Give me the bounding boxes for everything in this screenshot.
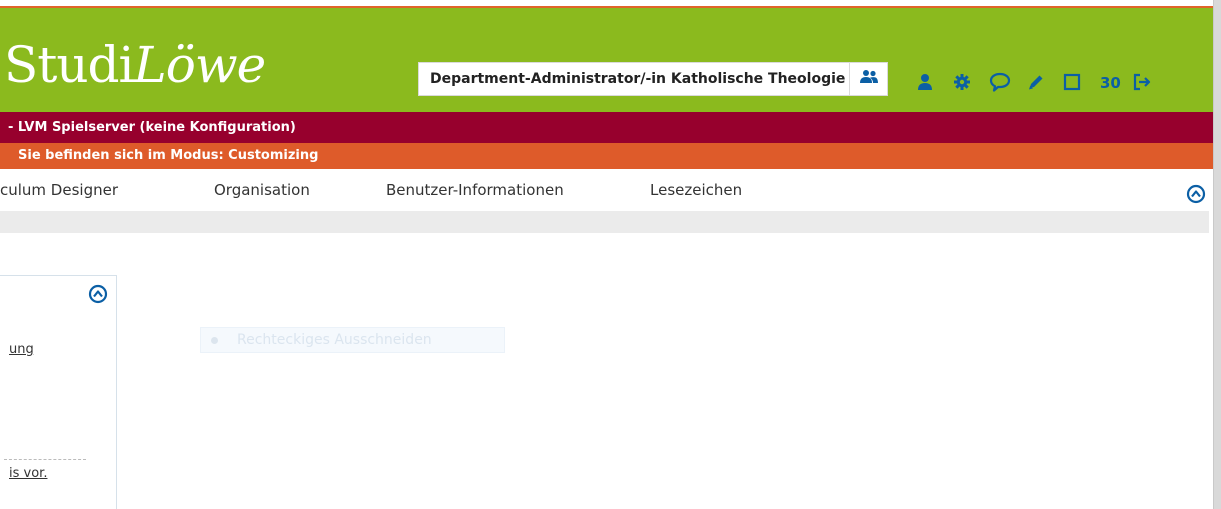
sidebar-divider — [4, 459, 86, 460]
chat-bubble-icon[interactable] — [989, 72, 1011, 92]
logo-text-regular: Studi — [4, 36, 135, 94]
sub-navigation-bar — [0, 211, 1209, 233]
nav-item-organisation[interactable]: Organisation — [214, 181, 310, 199]
radio-dot-icon — [211, 336, 218, 344]
nav-item-benutzer-informationen[interactable]: Benutzer-Informationen — [386, 181, 564, 199]
session-timer: 30 — [1100, 74, 1121, 92]
role-select[interactable]: Department-Administrator/-in Katholische… — [418, 62, 850, 96]
users-icon — [859, 69, 879, 89]
app-logo[interactable]: StudiLöwe — [4, 36, 267, 94]
pencil-icon[interactable] — [1026, 72, 1046, 92]
chevron-up-circle-icon[interactable] — [1186, 184, 1206, 208]
overlay-label: Rechteckiges Ausschneiden — [237, 332, 432, 348]
role-switch-button[interactable] — [850, 62, 888, 96]
gear-icon[interactable] — [952, 72, 972, 92]
window-scrollbar[interactable] — [1213, 0, 1221, 509]
app-header: StudiLöwe — [0, 8, 1213, 112]
main-navigation: culum Designer Organisation Benutzer-Inf… — [0, 169, 1213, 211]
chevron-up-circle-icon[interactable] — [88, 284, 108, 308]
server-info-bar: - LVM Spielserver (keine Konfiguration) — [0, 112, 1213, 143]
logout-icon[interactable] — [1131, 72, 1153, 92]
logo-text-italic: Löwe — [133, 36, 267, 94]
sidebar-link[interactable]: ung — [9, 342, 34, 357]
window-top-edge — [0, 0, 1213, 8]
nav-item-curriculum-designer[interactable]: culum Designer — [0, 181, 118, 199]
square-icon[interactable] — [1062, 72, 1082, 92]
mode-info-bar: Sie befinden sich im Modus: Customizing — [0, 143, 1213, 169]
sidebar-link[interactable]: is vor. — [9, 466, 47, 481]
nav-item-lesezeichen[interactable]: Lesezeichen — [650, 181, 742, 199]
rectangular-snip-overlay: Rechteckiges Ausschneiden — [200, 327, 505, 353]
user-icon[interactable] — [915, 72, 935, 92]
